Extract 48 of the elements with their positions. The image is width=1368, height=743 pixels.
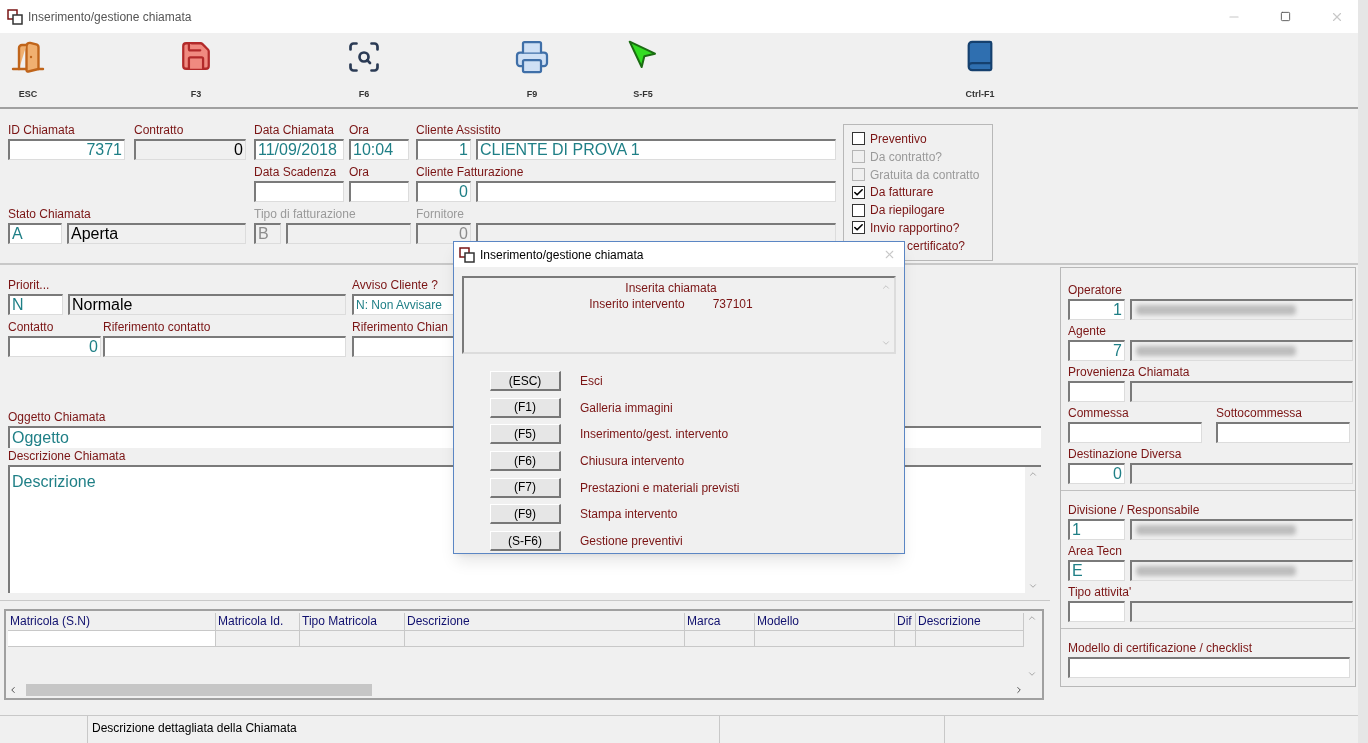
checkbox-label: Preventivo: [870, 130, 927, 148]
field-label: Descrizione Chiamata: [8, 448, 126, 465]
window-title: Inserimento/gestione chiamata: [28, 8, 192, 26]
message-value: 737101: [712, 296, 753, 312]
field-label: Area Tecn: [1068, 543, 1123, 560]
field-label: Riferimento contatto: [103, 319, 212, 336]
field-label: Data Chiamata: [254, 122, 336, 139]
dialog-title: Inserimento/gestione chiamata: [480, 246, 644, 264]
action-label: Galleria immagini: [580, 399, 673, 417]
field-label: Divisione / Responsabile: [1068, 502, 1201, 519]
field-label: Sottocommessa: [1216, 405, 1304, 422]
action-label: Stampa intervento: [580, 506, 678, 524]
field-label: Data Scadenza: [254, 164, 338, 181]
action-label: Chiusura intervento: [580, 453, 685, 471]
checkbox-label: certificato?: [907, 237, 966, 255]
field-label: Stato Chiamata: [8, 206, 92, 223]
checkbox-label: Da riepilogare: [870, 202, 945, 220]
field-label: Destinazione Diversa: [1068, 446, 1183, 463]
field-label: Ora: [349, 122, 370, 139]
checkbox-label: Gratuita da contratto: [870, 166, 980, 184]
field-label: Commessa: [1068, 405, 1130, 422]
field-label: Contratto: [134, 122, 185, 139]
message-text: Inserito intervento: [589, 296, 685, 312]
field-label: Tipo attivita': [1068, 584, 1133, 601]
field-label: Cliente Fatturazione: [416, 164, 525, 181]
field-label: Operatore: [1068, 282, 1124, 299]
action-label: Prestazioni e materiali previsti: [580, 479, 740, 497]
status-message: Descrizione dettagliata della Chiamata: [88, 716, 720, 743]
field-label: Riferimento Chian: [352, 319, 450, 336]
field-label: Cliente Assistito: [416, 122, 502, 139]
action-label: Gestione preventivi: [580, 533, 683, 551]
checkbox-label: Da fatturare: [870, 184, 934, 202]
field-label: Modello di certificazione / checklist: [1068, 640, 1254, 657]
field-label: ID Chiamata: [8, 122, 76, 139]
field-label: Tipo di fatturazione: [254, 206, 357, 223]
field-label: Avviso Cliente ?: [352, 277, 439, 294]
message-text: Inserita chiamata: [625, 280, 717, 296]
checkbox-label: Da contratto?: [870, 148, 943, 166]
field-label: Contatto: [8, 319, 55, 336]
field-label: Fornitore: [416, 206, 466, 223]
field-label: Provenienza Chiamata: [1068, 364, 1191, 381]
field-label: Agente: [1068, 323, 1108, 340]
action-label: Esci: [580, 373, 603, 390]
field-label: Priorit...: [8, 277, 51, 294]
action-label: Inserimento/gest. intervento: [580, 426, 729, 444]
checkbox-label: Invio rapportino?: [870, 219, 960, 237]
field-label: Oggetto Chiamata: [8, 409, 106, 426]
field-label: Ora: [349, 164, 370, 181]
